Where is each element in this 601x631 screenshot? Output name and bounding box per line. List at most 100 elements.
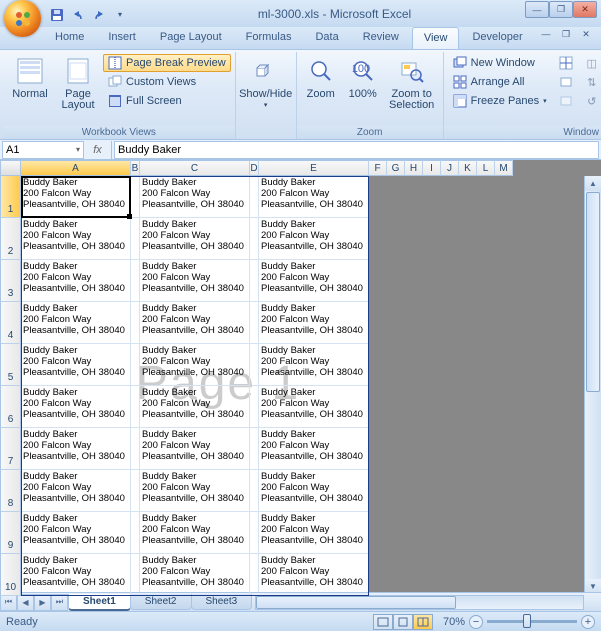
sheet-tab-1[interactable]: Sheet1 [68,594,131,611]
cell-E9[interactable]: Buddy Baker 200 Falcon Way Pleasantville… [259,512,369,554]
column-header-A[interactable]: A [21,160,131,176]
show-hide-button[interactable]: Show/Hide▾ [240,52,292,114]
tab-developer[interactable]: Developer [461,27,533,49]
doc-minimize-icon[interactable]: — [537,27,555,41]
column-header-J[interactable]: J [441,160,459,176]
tab-nav-first-icon[interactable]: ⏮ [0,594,17,611]
zoom-slider[interactable] [487,620,577,623]
column-header-G[interactable]: G [387,160,405,176]
tab-nav-next-icon[interactable]: ▶ [34,594,51,611]
cell-C8[interactable]: Buddy Baker 200 Falcon Way Pleasantville… [140,470,250,512]
full-screen-button[interactable]: Full Screen [103,92,231,110]
cell-A1[interactable]: Buddy Baker 200 Falcon Way Pleasantville… [21,176,131,218]
cell-A4[interactable]: Buddy Baker 200 Falcon Way Pleasantville… [21,302,131,344]
zoom-100-button[interactable]: 100100% [343,52,383,103]
reset-position-button[interactable]: ↺ [580,92,601,110]
column-header-B[interactable]: B [131,160,140,176]
cell-E1[interactable]: Buddy Baker 200 Falcon Way Pleasantville… [259,176,369,218]
vertical-scrollbar[interactable]: ▲ ▼ [584,176,601,594]
cell-E2[interactable]: Buddy Baker 200 Falcon Way Pleasantville… [259,218,369,260]
cell-E6[interactable]: Buddy Baker 200 Falcon Way Pleasantville… [259,386,369,428]
cell-A7[interactable]: Buddy Baker 200 Falcon Way Pleasantville… [21,428,131,470]
tab-review[interactable]: Review [352,27,410,49]
fx-button[interactable]: fx [84,141,112,159]
column-header-E[interactable]: E [259,160,369,176]
arrange-all-button[interactable]: Arrange All [448,73,552,91]
cell-E10[interactable]: Buddy Baker 200 Falcon Way Pleasantville… [259,554,369,596]
zoom-in-button[interactable]: + [581,615,595,629]
zoom-out-button[interactable]: − [469,615,483,629]
normal-view-button[interactable]: Normal [7,52,53,103]
row-header-4[interactable]: 4 [0,302,21,344]
doc-close-icon[interactable]: ✕ [577,27,595,41]
cell-E8[interactable]: Buddy Baker 200 Falcon Way Pleasantville… [259,470,369,512]
cell-A3[interactable]: Buddy Baker 200 Falcon Way Pleasantville… [21,260,131,302]
sync-scroll-button[interactable]: ⇅ [580,73,601,91]
cell-C4[interactable]: Buddy Baker 200 Falcon Way Pleasantville… [140,302,250,344]
row-header-8[interactable]: 8 [0,470,21,512]
cell-E3[interactable]: Buddy Baker 200 Falcon Way Pleasantville… [259,260,369,302]
tab-page-layout[interactable]: Page Layout [149,27,233,49]
split-button[interactable] [554,54,578,72]
row-header-1[interactable]: 1 [0,176,21,218]
normal-view-icon[interactable] [373,614,393,630]
cell-C5[interactable]: Buddy Baker 200 Falcon Way Pleasantville… [140,344,250,386]
tab-formulas[interactable]: Formulas [235,27,303,49]
cell-C3[interactable]: Buddy Baker 200 Falcon Way Pleasantville… [140,260,250,302]
name-box[interactable]: A1 [2,141,84,159]
cell-A10[interactable]: Buddy Baker 200 Falcon Way Pleasantville… [21,554,131,596]
cell-C10[interactable]: Buddy Baker 200 Falcon Way Pleasantville… [140,554,250,596]
office-button[interactable] [4,0,41,37]
select-all-corner[interactable] [0,160,21,176]
cell-A2[interactable]: Buddy Baker 200 Falcon Way Pleasantville… [21,218,131,260]
column-header-H[interactable]: H [405,160,423,176]
column-header-I[interactable]: I [423,160,441,176]
column-header-F[interactable]: F [369,160,387,176]
row-header-7[interactable]: 7 [0,428,21,470]
tab-nav-prev-icon[interactable]: ◀ [17,594,34,611]
sheet-tab-2[interactable]: Sheet2 [130,594,192,610]
save-icon[interactable] [47,5,67,25]
close-button[interactable]: ✕ [573,1,597,18]
row-header-6[interactable]: 6 [0,386,21,428]
zoom-to-selection-button[interactable]: Zoom to Selection [385,52,439,114]
sheet-tab-3[interactable]: Sheet3 [191,594,253,610]
cell-E5[interactable]: Buddy Baker 200 Falcon Way Pleasantville… [259,344,369,386]
page-break-preview-button[interactable]: Page Break Preview [103,54,231,72]
horizontal-scrollbar[interactable] [255,595,584,610]
column-header-D[interactable]: D [250,160,259,176]
row-header-9[interactable]: 9 [0,512,21,554]
zoom-slider-handle[interactable] [523,614,531,628]
minimize-button[interactable]: — [525,1,549,18]
tab-view[interactable]: View [412,27,460,49]
unhide-button[interactable] [554,92,578,110]
scroll-thumb[interactable] [586,192,600,392]
column-header-K[interactable]: K [459,160,477,176]
view-side-button[interactable]: ◫ [580,54,601,72]
tab-home[interactable]: Home [44,27,95,49]
row-header-10[interactable]: 10 [0,554,21,596]
column-header-M[interactable]: M [495,160,513,176]
cell-C2[interactable]: Buddy Baker 200 Falcon Way Pleasantville… [140,218,250,260]
row-header-5[interactable]: 5 [0,344,21,386]
cell-A9[interactable]: Buddy Baker 200 Falcon Way Pleasantville… [21,512,131,554]
cell-C9[interactable]: Buddy Baker 200 Falcon Way Pleasantville… [140,512,250,554]
hide-button[interactable] [554,73,578,91]
page-layout-view-icon[interactable] [393,614,413,630]
tab-insert[interactable]: Insert [97,27,147,49]
scroll-up-icon[interactable]: ▲ [585,176,601,191]
cell-C1[interactable]: Buddy Baker 200 Falcon Way Pleasantville… [140,176,250,218]
column-header-L[interactable]: L [477,160,495,176]
page-layout-button[interactable]: Page Layout [55,52,101,114]
worksheet-grid[interactable]: ABCDEFGHIJKLM 12345678910 Page 1 Buddy B… [0,160,601,611]
zoom-button[interactable]: Zoom [301,52,341,103]
row-headers[interactable]: 12345678910 [0,176,21,594]
cell-A8[interactable]: Buddy Baker 200 Falcon Way Pleasantville… [21,470,131,512]
doc-restore-icon[interactable]: ❐ [557,27,575,41]
column-headers[interactable]: ABCDEFGHIJKLM [21,160,584,176]
zoom-level[interactable]: 70% [443,616,465,628]
column-header-C[interactable]: C [140,160,250,176]
custom-views-button[interactable]: Custom Views [103,73,231,91]
cell-E7[interactable]: Buddy Baker 200 Falcon Way Pleasantville… [259,428,369,470]
freeze-panes-button[interactable]: Freeze Panes ▾ [448,92,552,110]
